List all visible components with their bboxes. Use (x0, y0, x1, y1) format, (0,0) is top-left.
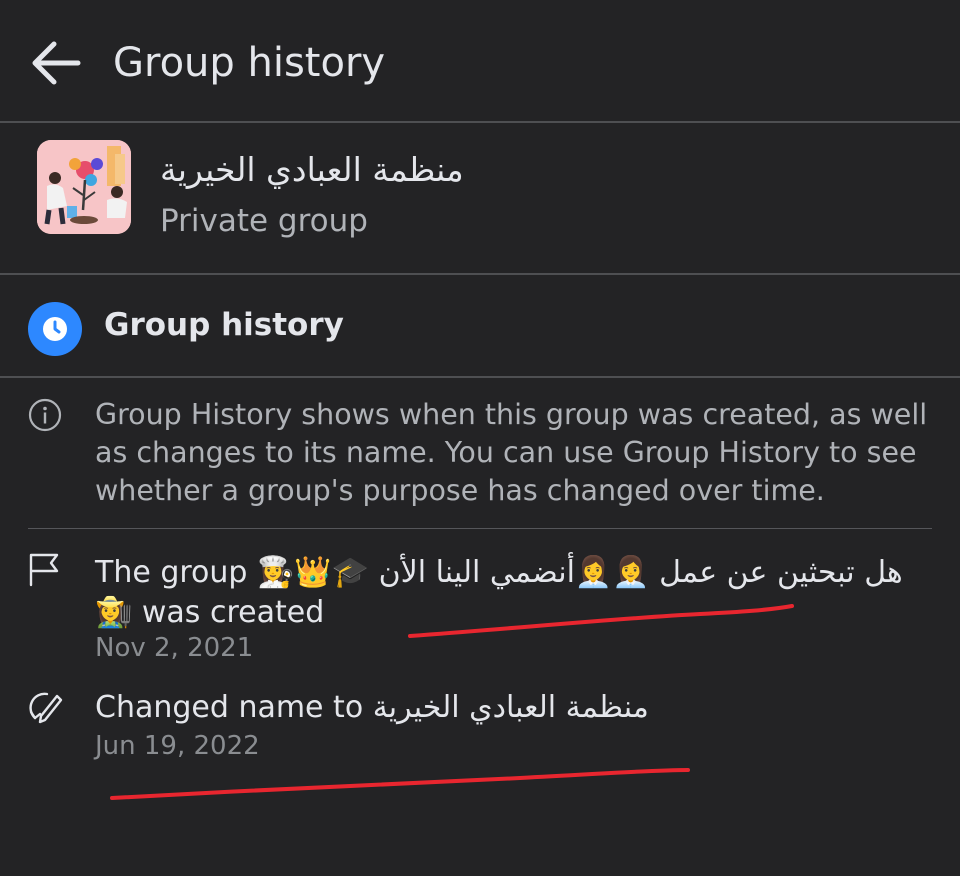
entry-prefix: Changed name to (95, 690, 364, 725)
section-divider (0, 376, 960, 378)
group-name[interactable]: منظمة العبادي الخيرية (160, 150, 464, 189)
entry-suffix: 👩‍🌾 was created (95, 595, 325, 630)
info-divider (28, 528, 932, 529)
edit-icon (27, 688, 67, 726)
entry-group-name: منظمة العبادي الخيرية (372, 690, 649, 725)
page-title: Group history (113, 40, 386, 86)
red-underline-2 (110, 768, 690, 800)
info-description: Group History shows when this group was … (95, 398, 928, 507)
back-button[interactable] (28, 38, 84, 88)
entry-prefix: The group (95, 555, 248, 590)
entry-date: Nov 2, 2021 (95, 633, 254, 663)
group-avatar-image (37, 140, 131, 234)
history-entry-renamed: Changed name to منظمة العبادي الخيرية (95, 690, 649, 725)
header-divider (0, 121, 960, 123)
section-title: Group history (104, 307, 344, 343)
group-avatar[interactable] (37, 140, 131, 234)
group-divider (0, 273, 960, 275)
top-app-bar: Group history (0, 0, 960, 122)
history-entry-created: The group هل تبحثين عن عمل 👩‍💼👩‍💼أنضمي ا… (95, 553, 925, 633)
clock-icon (28, 302, 82, 356)
info-icon (28, 398, 62, 432)
group-privacy-label: Private group (160, 203, 368, 239)
arrow-left-icon (32, 41, 81, 85)
entry-group-name: هل تبحثين عن عمل 👩‍💼👩‍💼أنضمي الينا الأن … (257, 555, 903, 590)
group-card[interactable] (0, 124, 960, 274)
entry-date: Jun 19, 2022 (95, 731, 260, 761)
flag-icon (27, 551, 67, 589)
